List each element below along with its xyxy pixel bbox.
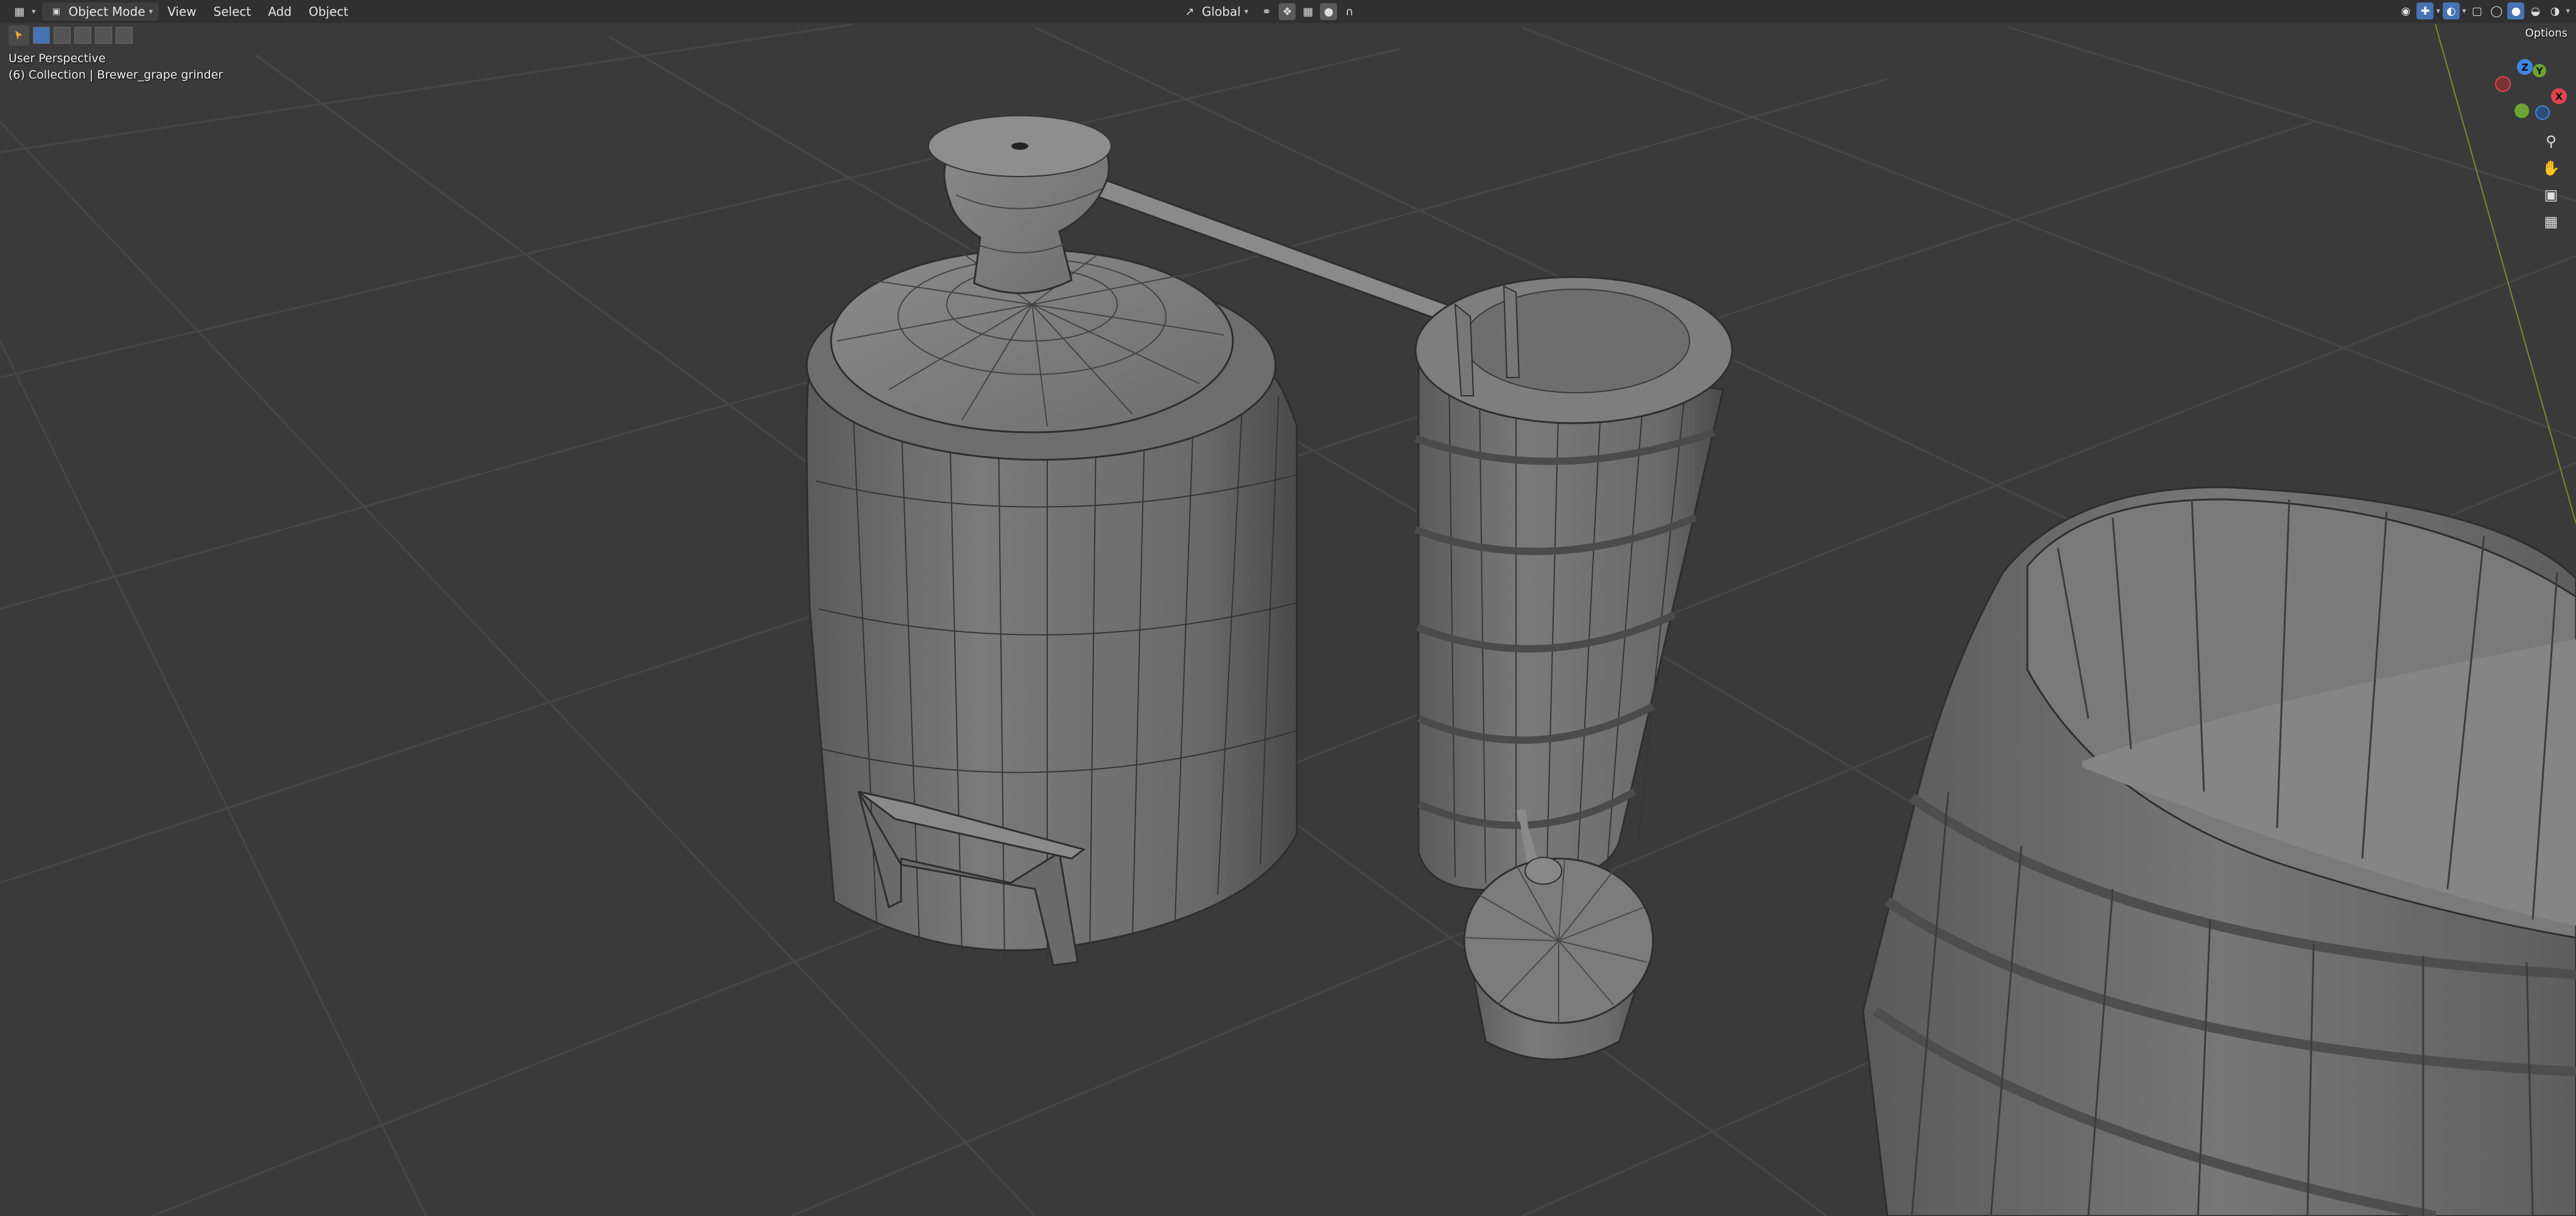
neg-y-axis-handle[interactable] [2515,104,2529,118]
solid-shading-icon[interactable]: ● [2507,2,2525,19]
editor-type-button[interactable]: ▦ ▾ [5,2,42,21]
menu-object[interactable]: Object [300,2,357,21]
navigation-gizmo[interactable]: Z Y X [2484,58,2569,125]
viewport-header: ▦ ▾ ▣ Object Mode ▾ View Select Add Obje… [0,0,2576,23]
orthographic-grid-icon[interactable]: ▦ [2539,209,2563,234]
wireframe-shading-icon[interactable]: ◯ [2488,2,2505,19]
still-boiler[interactable] [805,248,1298,966]
menu-select[interactable]: Select [205,2,260,21]
options-button[interactable]: Options [2525,27,2567,40]
tool-settings-row [0,23,2576,47]
visibility-icon[interactable]: ◉ [2397,2,2414,19]
snap-target-icon[interactable]: ▦ [1299,3,1316,20]
pivot-point-icon[interactable]: ⚭ [1258,3,1275,20]
z-axis-label: Z [2521,61,2529,73]
chevron-down-icon[interactable]: ▾ [2436,7,2440,16]
3d-viewport-icon: ▦ [14,5,25,18]
y-axis-label: Y [2536,65,2543,77]
chevron-down-icon: ▾ [1244,7,1249,16]
x-axis-handle[interactable]: X [2551,88,2567,104]
pan-hand-icon[interactable]: ✋ [2539,156,2563,180]
orientation-icon: ↗ [1185,5,1195,18]
menu-add[interactable]: Add [259,2,300,21]
z-axis-handle[interactable]: Z [2517,59,2533,75]
collection-label: (6) Collection | Brewer_grape grinder [9,68,223,82]
overlays-icon[interactable]: ◐ [2442,2,2460,19]
selection-mode-new-icon[interactable] [33,27,50,44]
x-axis-label: X [2555,90,2563,102]
blender-window: ▦ ▾ ▣ Object Mode ▾ View Select Add Obje… [0,0,2576,1216]
neg-x-axis-handle[interactable] [2495,76,2511,92]
selection-mode-intersect-icon[interactable] [116,27,133,44]
chevron-down-icon: ▾ [32,7,36,16]
large-tub[interactable] [1862,486,2576,1216]
menu-view[interactable]: View [159,2,205,21]
condenser-barrel[interactable] [1414,276,1733,891]
object-mode-icon: ▣ [52,7,61,16]
selection-mode-invert-icon[interactable] [95,27,112,44]
perspective-label: User Perspective [9,52,106,65]
selection-mode-extend-icon[interactable] [54,27,71,44]
3d-viewport[interactable] [0,0,2576,1216]
camera-icon[interactable]: ▣ [2539,183,2563,207]
falloff-icon[interactable]: ∩ [1341,3,1358,20]
xray-icon[interactable]: ▢ [2468,2,2485,19]
mode-selector[interactable]: ▣ Object Mode ▾ [41,2,160,21]
chevron-down-icon[interactable]: ▾ [2462,7,2466,16]
mode-label: Object Mode [68,4,146,19]
proportional-editing-icon[interactable]: ● [1320,3,1338,20]
neg-z-axis-handle[interactable] [2535,105,2550,120]
snap-icon[interactable]: ❖ [1279,3,1296,20]
rendered-shading-icon[interactable]: ◑ [2546,2,2563,19]
transform-orientation-dropdown[interactable]: ↗ Global ▾ [1175,2,1254,21]
gizmo-toggle-icon[interactable]: ✚ [2416,2,2434,19]
material-preview-icon[interactable]: ◒ [2527,2,2544,19]
zoom-icon[interactable]: ⚲ [2539,129,2563,153]
transform-orientation-label: Global [1202,4,1241,19]
chevron-down-icon[interactable]: ▾ [2566,7,2570,16]
y-axis-handle[interactable]: Y [2533,64,2546,77]
chevron-down-icon: ▾ [149,7,153,16]
select-tool-icon[interactable] [9,25,29,46]
selection-mode-subtract-icon[interactable] [74,27,91,44]
